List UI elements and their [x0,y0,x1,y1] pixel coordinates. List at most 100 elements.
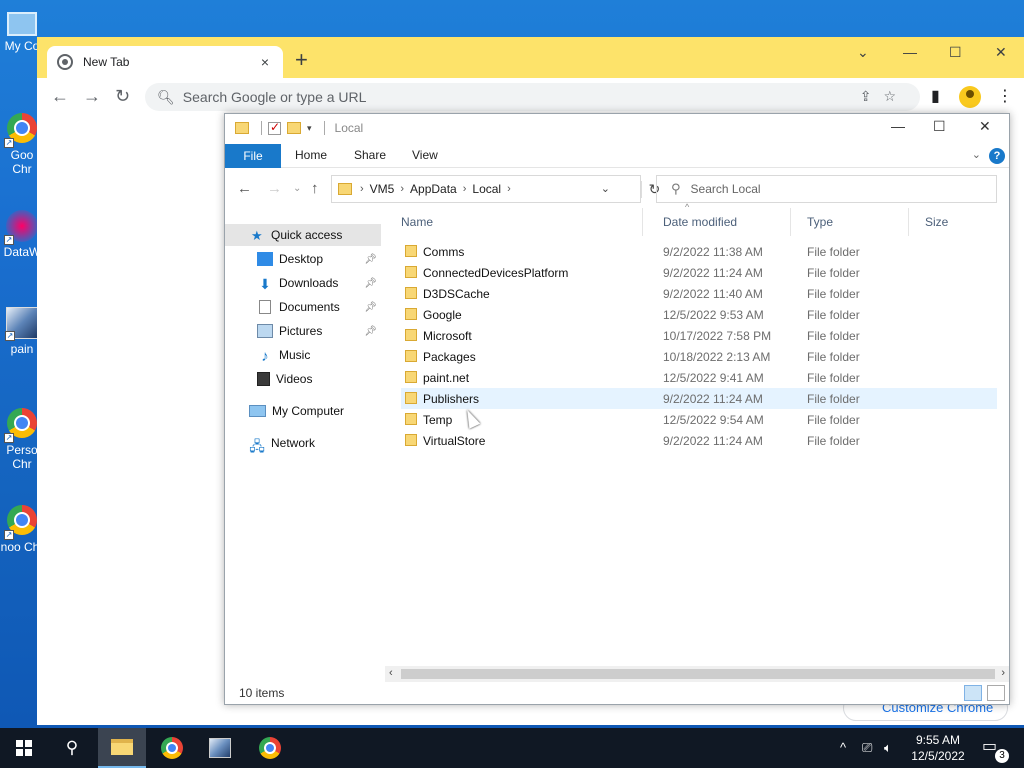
chevron-right-icon: › [360,183,364,195]
share-bookmark-icons[interactable]: ⇪☆ [860,88,908,105]
file-row[interactable]: Microsoft 10/17/2022 7:58 PM File folder [401,325,997,346]
forward-button[interactable]: → [83,87,101,105]
file-date: 12/5/2022 9:41 AM [663,371,764,385]
taskbar-chrome-profile[interactable] [246,728,294,768]
chevron-right-icon[interactable]: › [507,183,511,195]
side-panel-icon[interactable]: ▮ [931,86,940,106]
file-row[interactable]: ConnectedDevicesPlatform 9/2/2022 11:24 … [401,262,997,283]
file-row[interactable]: Packages 10/18/2022 2:13 AM File folder [401,346,997,367]
explorer-close-button[interactable]: ✕ [979,118,991,135]
breadcrumb-appdata[interactable]: AppData [410,182,457,196]
taskbar-search-button[interactable]: ⚲ [48,728,96,768]
desktop-icon-label: pain [10,342,34,356]
file-type: File folder [807,392,860,406]
tab-search-icon[interactable]: ⌄ [857,44,869,61]
menu-icon[interactable]: ⋮ [997,86,1013,106]
nav-label: Documents [279,300,340,314]
explorer-maximize-button[interactable]: ☐ [933,118,946,135]
star-icon: ★ [251,228,263,243]
nav-downloads[interactable]: ⬇ Downloads 📌︎ [225,272,381,294]
properties-icon[interactable] [268,120,281,135]
recent-locations-icon[interactable]: ⌄ [293,181,301,196]
search-input[interactable]: ⚲ Search Local [656,175,997,203]
ribbon-tab-home[interactable]: Home [295,148,327,162]
back-button[interactable]: ← [51,87,69,105]
file-row[interactable]: D3DSCache 9/2/2022 11:40 AM File folder [401,283,997,304]
file-row[interactable]: Google 12/5/2022 9:53 AM File folder [401,304,997,325]
nav-music[interactable]: ♪ Music [225,344,381,366]
taskbar-file-explorer[interactable] [98,728,146,768]
file-name: ConnectedDevicesPlatform [423,266,569,280]
ribbon-tab-view[interactable]: View [412,148,438,162]
large-icons-view-icon[interactable] [987,685,1005,701]
details-view-icon[interactable] [963,685,982,701]
volume-icon[interactable]: 🔈︎ [884,728,892,768]
file-name: Comms [423,245,465,259]
omnibox[interactable]: 🔍︎ Search Google or type a URL ⇪☆ [145,83,920,111]
breadcrumb[interactable]: › VM5 › AppData › Local › ⌄ ↻ [331,175,660,203]
horizontal-scrollbar[interactable]: ‹ › [385,666,1009,682]
nav-label: Pictures [279,324,323,338]
profile-avatar[interactable] [959,86,981,108]
file-name: paint.net [423,371,470,385]
breadcrumb-vm5[interactable]: VM5 [370,182,395,196]
file-row[interactable]: Comms 9/2/2022 11:38 AM File folder [401,241,997,262]
breadcrumb-local[interactable]: Local [472,182,501,196]
nav-label: Quick access [271,228,343,242]
omnibox-placeholder: Search Google or type a URL [182,89,367,105]
quick-access-dropdown-icon[interactable]: ▾ [307,123,312,134]
expand-ribbon-icon[interactable]: ⌄ [972,148,981,161]
nav-videos[interactable]: Videos [225,368,381,390]
chevron-up-icon[interactable]: ^ [840,728,846,768]
help-icon[interactable]: ? [989,148,1005,164]
tab-close-button[interactable]: × [257,54,273,70]
nav-network[interactable]: 🖧︎ Network [225,432,381,454]
desktop-icon-label: My Co [4,39,40,53]
column-header-date[interactable]: Date modified [647,208,791,236]
chevron-right-icon[interactable]: › [400,183,404,195]
ribbon-tab-file[interactable]: File [225,144,281,168]
nav-label: Network [271,436,316,450]
scroll-right-icon[interactable]: › [1001,667,1005,679]
taskbar-chrome[interactable] [148,728,196,768]
folder-icon [405,392,417,404]
scroll-left-icon[interactable]: ‹ [389,667,393,679]
nav-desktop[interactable]: Desktop 📌︎ [225,248,381,270]
scrollbar-thumb[interactable] [401,669,995,679]
file-row[interactable]: paint.net 12/5/2022 9:41 AM File folder [401,367,997,388]
chrome-tab[interactable]: New Tab × [47,46,283,78]
desktop-icon-label: DataW [3,245,41,259]
nav-pictures[interactable]: Pictures 📌︎ [225,320,381,342]
file-type: File folder [807,266,860,280]
clock[interactable]: 9:55 AM 12/5/2022 [898,732,978,764]
column-header-size[interactable]: Size [909,208,989,236]
forward-button[interactable]: → [267,181,282,196]
nav-quick-access[interactable]: ★ Quick access [225,224,381,246]
new-folder-icon[interactable] [287,122,301,134]
maximize-button[interactable]: ☐ [949,44,962,61]
chevron-right-icon[interactable]: › [463,183,467,195]
column-header-name[interactable]: Name [385,208,643,236]
file-date: 12/5/2022 9:53 AM [663,308,764,322]
nav-documents[interactable]: Documents 📌︎ [225,296,381,318]
folder-icon [405,287,417,299]
start-button[interactable] [0,728,48,768]
close-button[interactable]: ✕ [995,44,1007,61]
up-button[interactable]: ↑ [311,181,319,196]
taskbar-paint[interactable] [196,728,244,768]
file-row[interactable]: VirtualStore 9/2/2022 11:24 AM File fold… [401,430,997,451]
column-header-type[interactable]: Type [791,208,909,236]
address-dropdown-icon[interactable]: ⌄ [601,182,610,195]
shortcut-arrow-icon: ↗ [4,235,14,245]
file-row[interactable]: Temp 12/5/2022 9:54 AM File folder [401,409,997,430]
new-tab-button[interactable]: + [295,49,308,71]
reload-button[interactable]: ↻ [115,87,130,105]
file-row[interactable]: Publishers 9/2/2022 11:24 AM File folder [401,388,997,409]
explorer-minimize-button[interactable]: — [891,118,905,134]
back-button[interactable]: ← [237,181,252,196]
network-icon[interactable]: ⎚ [862,728,872,768]
minimize-button[interactable]: — [903,44,917,60]
ribbon-tab-share[interactable]: Share [354,148,386,162]
taskbar: ⚲ ^ ⎚ 🔈︎ 9:55 AM 12/5/2022 ▭ 3 [0,728,1024,768]
nav-my-computer[interactable]: My Computer [225,400,381,422]
